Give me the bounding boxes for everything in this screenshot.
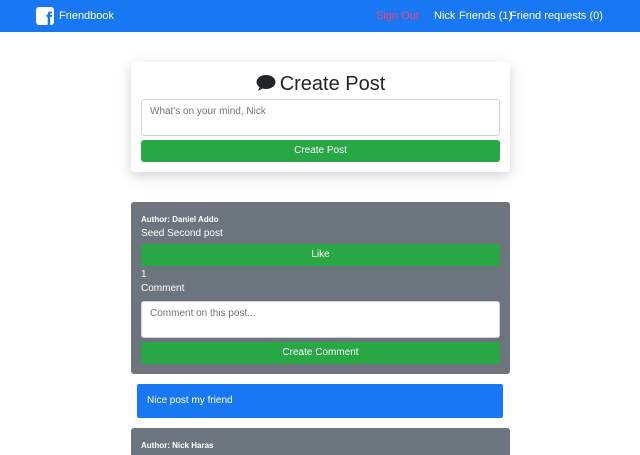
speech-bubble-icon: [256, 74, 276, 91]
create-post-heading: Create Post: [131, 72, 510, 96]
navbar: f Friendbook Sign Out Nick Friends (1) F…: [0, 0, 640, 32]
post-author: Author: Daniel Addo: [141, 215, 219, 224]
like-count: 1: [141, 269, 147, 280]
comment-item: Nice post my friend: [137, 384, 503, 418]
comment-input[interactable]: [141, 301, 500, 338]
like-button[interactable]: Like: [141, 244, 500, 266]
user-profile-link[interactable]: Nick: [434, 10, 455, 22]
create-comment-button[interactable]: Create Comment: [141, 342, 500, 364]
facebook-logo-icon: f: [36, 7, 54, 25]
brand-link[interactable]: f Friendbook: [36, 7, 114, 25]
post-card: Author: Nick Haras: [131, 428, 510, 455]
brand-name: Friendbook: [59, 10, 115, 22]
post-content: Seed Second post: [141, 228, 223, 239]
friends-link[interactable]: Friends (1): [459, 10, 512, 22]
post-content-input[interactable]: [141, 99, 500, 136]
create-post-button[interactable]: Create Post: [141, 140, 500, 162]
sign-out-link[interactable]: Sign Out: [376, 10, 419, 22]
comment-label: Comment: [141, 283, 185, 294]
post-author: Author: Nick Haras: [141, 441, 214, 450]
create-post-card: Create Post Create Post: [131, 62, 510, 172]
create-post-title: Create Post: [279, 73, 386, 95]
post-card: Author: Daniel Addo Seed Second post Lik…: [131, 202, 510, 374]
friend-requests-link[interactable]: Friend requests (0): [510, 10, 603, 22]
